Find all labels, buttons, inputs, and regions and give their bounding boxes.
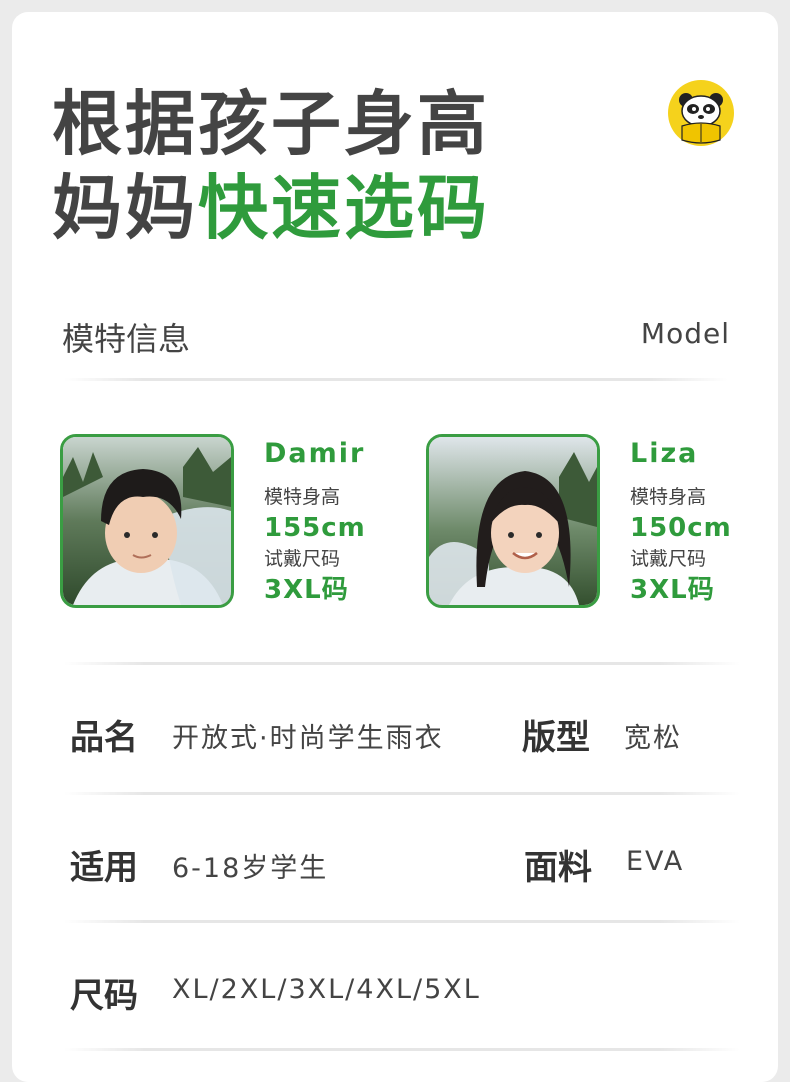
model-height-label: 模特身高 bbox=[630, 486, 707, 508]
divider bbox=[64, 662, 740, 665]
spec-value-size: XL/2XL/3XL/4XL/5XL bbox=[172, 974, 481, 1005]
models-section-title: 模特信息 bbox=[62, 320, 191, 358]
model-height-value: 155cm bbox=[264, 513, 366, 543]
model-height-label: 模特身高 bbox=[264, 486, 341, 508]
spec-key-size: 尺码 bbox=[70, 976, 138, 1016]
spec-value-fit: 宽松 bbox=[624, 723, 682, 754]
model-size-value: 3XL码 bbox=[630, 575, 715, 605]
model-size-label: 试戴尺码 bbox=[264, 548, 341, 570]
divider bbox=[64, 920, 740, 923]
spec-value-applicable: 6-18岁学生 bbox=[172, 853, 329, 884]
model-info-liza: Liza 模特身高 150cm 试戴尺码 3XL码 bbox=[630, 438, 732, 607]
spec-key-fabric: 面料 bbox=[524, 848, 592, 888]
headline-accent: 快速选码 bbox=[198, 167, 490, 249]
headline-line-2: 妈妈快速选码 bbox=[52, 166, 490, 250]
model-photo-liza bbox=[426, 434, 600, 608]
spec-key-fit: 版型 bbox=[522, 718, 590, 758]
model-size-label: 试戴尺码 bbox=[630, 548, 707, 570]
headline-prefix: 妈妈 bbox=[52, 167, 198, 249]
spec-key-applicable: 适用 bbox=[70, 848, 138, 888]
spec-key-product-name: 品名 bbox=[70, 718, 138, 758]
model-info-damir: Damir 模特身高 155cm 试戴尺码 3XL码 bbox=[264, 438, 366, 607]
model-name: Liza bbox=[630, 438, 699, 469]
product-card: 根据孩子身高 妈妈快速选码 模特信息 Model Damir 模特身高 155c… bbox=[12, 12, 778, 1082]
model-name: Damir bbox=[264, 438, 366, 469]
spec-value-fabric: EVA bbox=[626, 846, 685, 877]
spec-value-product-name: 开放式·时尚学生雨衣 bbox=[172, 723, 444, 754]
divider bbox=[64, 792, 740, 795]
headline-line-1: 根据孩子身高 bbox=[52, 83, 490, 165]
models-section-subtitle: Model bbox=[640, 317, 730, 350]
model-portrait-girl bbox=[429, 437, 597, 605]
model-height-value: 150cm bbox=[630, 513, 732, 543]
headline: 根据孩子身高 妈妈快速选码 bbox=[52, 82, 490, 250]
divider bbox=[64, 1048, 740, 1051]
model-portrait-boy bbox=[63, 437, 231, 605]
divider bbox=[64, 378, 728, 381]
model-size-value: 3XL码 bbox=[264, 575, 349, 605]
model-photo-damir bbox=[60, 434, 234, 608]
panda-mascot-icon bbox=[668, 80, 734, 146]
